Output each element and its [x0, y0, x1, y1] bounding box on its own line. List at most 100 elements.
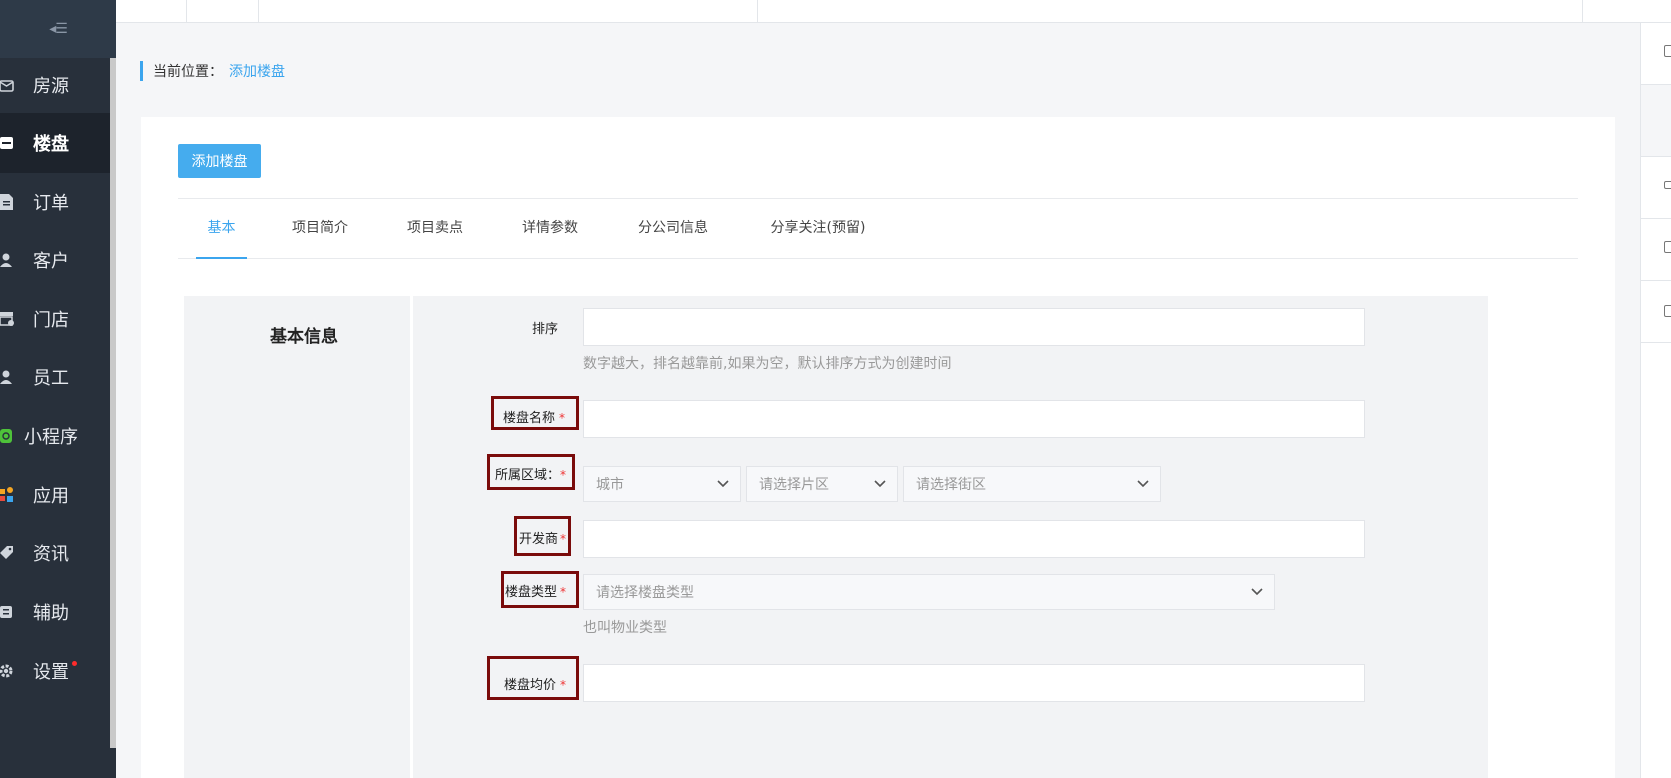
user-icon — [0, 252, 15, 268]
add-building-button[interactable]: 添加楼盘 — [178, 144, 261, 178]
region-label-text: 所属区域： — [495, 468, 561, 483]
panel-icon — [1664, 181, 1671, 189]
required-mark: * — [560, 585, 567, 599]
sidebar-item-label: 小程序 — [24, 427, 78, 448]
tab-share-follow[interactable]: 分享关注(预留) — [762, 217, 874, 258]
sidebar-item-label: 房源 — [33, 76, 69, 97]
sidebar-collapse-button[interactable]: ◂☰ — [0, 0, 116, 58]
sort-hint: 数字越大，排名越靠前,如果为空，默认排序方式为创建时间 — [583, 356, 952, 372]
sidebar-item-orders[interactable]: 订单 — [0, 172, 110, 232]
district-select-value: 请选择片区 — [759, 477, 829, 493]
tag-icon — [0, 545, 15, 561]
street-select[interactable]: 请选择街区 — [903, 466, 1161, 502]
sidebar-item-buildings[interactable]: 楼盘 — [0, 113, 110, 173]
helper-icon — [0, 604, 15, 620]
sort-input[interactable] — [583, 308, 1365, 346]
sort-label: 排序 — [532, 318, 558, 337]
miniprogram-icon — [0, 428, 15, 444]
form-fields-panel: 排序 数字越大，排名越靠前,如果为空，默认排序方式为创建时间 楼盘名称 * 所属区… — [413, 296, 1488, 778]
chevron-down-icon — [1137, 480, 1149, 488]
chevron-down-icon — [874, 480, 886, 488]
panel-icon — [1664, 45, 1671, 57]
top-bar-divider — [186, 0, 187, 22]
notification-dot — [72, 661, 77, 666]
breadcrumb: 当前位置： 添加楼盘 — [140, 61, 285, 81]
breadcrumb-current[interactable]: 添加楼盘 — [229, 61, 285, 81]
sidebar-item-stores[interactable]: 门店 — [0, 289, 110, 349]
required-mark: * — [560, 532, 567, 546]
section-title-panel: 基本信息 — [184, 296, 410, 778]
building-name-label: 楼盘名称 * — [491, 396, 579, 430]
district-select[interactable]: 请选择片区 — [746, 466, 898, 502]
divider — [178, 198, 1578, 199]
chevron-down-icon — [717, 480, 729, 488]
top-bar-divider — [258, 0, 259, 22]
building-name-input[interactable] — [583, 400, 1365, 438]
building-type-select-value: 请选择楼盘类型 — [596, 585, 694, 601]
sidebar-item-label: 订单 — [33, 193, 69, 214]
right-toolbar-item[interactable] — [1641, 23, 1671, 85]
collapse-icon: ◂☰ — [49, 21, 68, 37]
right-toolbar-item[interactable] — [1641, 157, 1671, 219]
top-bar — [116, 0, 1671, 23]
sort-label-text: 排序 — [532, 322, 559, 337]
sidebar-item-label: 员工 — [33, 368, 69, 389]
sidebar-item-listings[interactable]: 房源 — [0, 55, 110, 115]
right-toolbar-item[interactable] — [1641, 281, 1671, 343]
tab-branch-info[interactable]: 分公司信息 — [633, 217, 713, 258]
sidebar-item-label: 资讯 — [33, 544, 69, 565]
store-icon — [0, 311, 15, 327]
sidebar-item-miniprogram[interactable]: 小程序 — [0, 406, 110, 466]
breadcrumb-prefix: 当前位置： — [153, 64, 223, 80]
document-icon — [0, 194, 15, 210]
tab-bar: 基本 项目简介 项目卖点 详情参数 分公司信息 分享关注(预留) — [178, 217, 1578, 259]
right-toolbar-item[interactable] — [1641, 85, 1671, 157]
house-icon — [0, 77, 15, 93]
sidebar-item-helper[interactable]: 辅助 — [0, 582, 110, 642]
panel-icon — [1664, 305, 1671, 317]
avg-price-label-text: 楼盘均价 — [504, 678, 557, 693]
building-type-label-text: 楼盘类型 — [505, 585, 558, 600]
required-mark: * — [560, 678, 567, 692]
building-icon — [0, 135, 15, 151]
right-toolbar-item[interactable] — [1641, 219, 1671, 281]
city-select-value: 城市 — [596, 477, 624, 493]
developer-label: 开发商 * — [514, 516, 571, 556]
tab-basic[interactable]: 基本 — [196, 217, 247, 259]
panel-icon — [1664, 241, 1671, 253]
gear-icon — [0, 663, 15, 679]
developer-input[interactable] — [583, 520, 1365, 558]
city-select[interactable]: 城市 — [583, 466, 741, 502]
tab-selling-points[interactable]: 项目卖点 — [403, 217, 467, 258]
sidebar-item-label: 辅助 — [33, 603, 69, 624]
sidebar-item-staff[interactable]: 员工 — [0, 347, 110, 407]
user-icon — [0, 369, 15, 385]
sidebar: ◂☰ 房源 楼盘 订单 客户 门店 员工 小程序 应用 资讯 辅助 设置 — [0, 0, 116, 778]
building-type-hint: 也叫物业类型 — [583, 620, 667, 636]
tab-project-intro[interactable]: 项目简介 — [288, 217, 352, 258]
sidebar-item-apps[interactable]: 应用 — [0, 465, 110, 525]
sidebar-item-label: 楼盘 — [33, 134, 69, 155]
top-bar-divider — [757, 0, 758, 22]
top-bar-divider — [1582, 0, 1583, 22]
developer-label-text: 开发商 — [519, 532, 559, 547]
main-content: 当前位置： 添加楼盘 添加楼盘 基本 项目简介 项目卖点 详情参数 分公司信息 … — [116, 23, 1640, 778]
tab-detail-params[interactable]: 详情参数 — [518, 217, 582, 258]
section-title: 基本信息 — [270, 327, 338, 347]
avg-price-label: 楼盘均价 * — [487, 656, 579, 700]
sidebar-item-news[interactable]: 资讯 — [0, 523, 110, 583]
sidebar-item-label: 应用 — [33, 486, 69, 507]
sidebar-item-label: 客户 — [33, 251, 69, 272]
sidebar-item-customers[interactable]: 客户 — [0, 230, 110, 290]
region-label: 所属区域：* — [487, 454, 575, 490]
building-name-label-text: 楼盘名称 — [503, 411, 556, 426]
required-mark: * — [559, 411, 566, 425]
building-type-select[interactable]: 请选择楼盘类型 — [583, 574, 1275, 610]
sidebar-item-settings[interactable]: 设置 — [0, 641, 110, 701]
avg-price-input[interactable] — [583, 664, 1365, 702]
building-type-label: 楼盘类型 * — [501, 571, 579, 608]
sidebar-item-label: 门店 — [33, 310, 69, 331]
street-select-value: 请选择街区 — [916, 477, 986, 493]
form-card: 添加楼盘 基本 项目简介 项目卖点 详情参数 分公司信息 分享关注(预留) 基本… — [141, 117, 1615, 778]
required-mark: * — [560, 468, 567, 482]
